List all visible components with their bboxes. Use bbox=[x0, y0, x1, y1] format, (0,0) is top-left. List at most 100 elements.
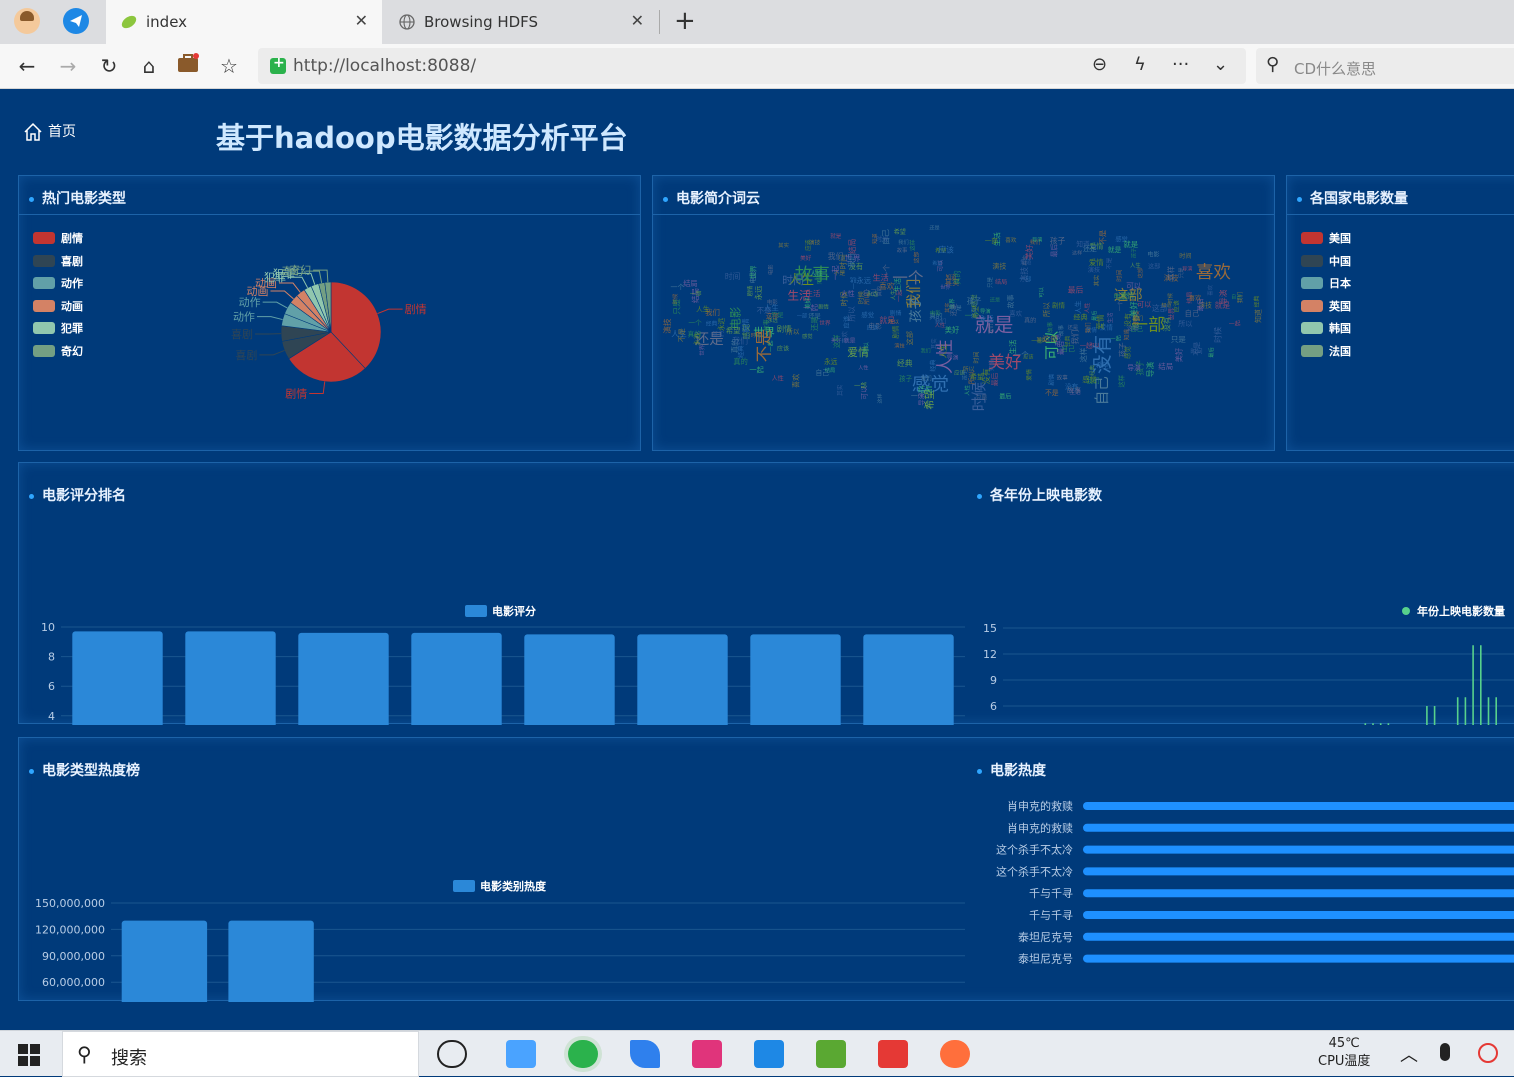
legend-label: 年份上映电影数量 bbox=[1417, 604, 1505, 618]
more-icon[interactable]: ··· bbox=[1172, 54, 1189, 75]
wps-icon[interactable] bbox=[878, 1040, 908, 1068]
temperature-label: CPU温度 bbox=[1318, 1053, 1370, 1071]
windows-start-icon[interactable] bbox=[18, 1044, 40, 1066]
y-category-label: 泰坦尼克号 bbox=[1018, 930, 1073, 944]
dolphin-app-icon[interactable] bbox=[630, 1040, 660, 1068]
wordcloud-word: 真的 bbox=[953, 270, 962, 284]
reload-icon[interactable]: ↻ bbox=[96, 53, 122, 79]
wordcloud-word: 还是 bbox=[1083, 245, 1097, 253]
search-icon: ⚲ bbox=[1266, 54, 1279, 75]
wordcloud-word: 人生 bbox=[1073, 300, 1082, 314]
wordcloud-chart: 电影世界人生我们一个就是没有不是自己生活爱情时候故事可以一部这部还是人性感觉喜欢… bbox=[653, 176, 1276, 452]
legend-item[interactable]: 中国 bbox=[1301, 253, 1351, 276]
wordcloud-word: 经典 bbox=[897, 358, 913, 368]
wordcloud-word: 爱情 bbox=[1095, 314, 1105, 330]
wordcloud-word: 其实 bbox=[930, 338, 938, 349]
wordcloud-word: 只是 bbox=[1171, 335, 1187, 344]
navigation-bar: ← → ↻ ⌂ ☆ http://localhost:8088/ ⊖ ϟ ···… bbox=[0, 44, 1514, 89]
file-explorer-icon[interactable] bbox=[506, 1040, 536, 1068]
pie-label: 奇幻 bbox=[289, 264, 311, 277]
notepad-app-icon[interactable] bbox=[816, 1040, 846, 1068]
wordcloud-word: 知道 bbox=[1254, 309, 1263, 323]
close-tab-icon[interactable]: ✕ bbox=[355, 11, 368, 30]
search-box[interactable]: ⚲ CD什么意思 bbox=[1256, 48, 1514, 84]
chevron-down-icon[interactable]: ⌄ bbox=[1213, 54, 1228, 75]
zoom-out-icon[interactable]: ⊖ bbox=[1092, 54, 1107, 75]
legend-swatch bbox=[465, 605, 487, 617]
tab-index[interactable]: index ✕ bbox=[106, 0, 382, 44]
wordcloud-word: 孩子 bbox=[1118, 343, 1127, 358]
back-arrow-icon[interactable]: ← bbox=[14, 53, 40, 79]
legend-swatch bbox=[1301, 322, 1323, 334]
temperature-value: 45℃ bbox=[1318, 1035, 1370, 1053]
microphone-icon[interactable] bbox=[1440, 1043, 1450, 1061]
remote-desktop-icon[interactable] bbox=[754, 1040, 784, 1068]
wordcloud-word: 应该 bbox=[867, 323, 879, 331]
wordcloud-word: 剧情 bbox=[891, 325, 900, 339]
y-tick-label: 90,000,000 bbox=[42, 950, 105, 963]
legend-item[interactable]: 法国 bbox=[1301, 343, 1351, 366]
bar bbox=[1083, 955, 1514, 963]
wordcloud-word: 导演 bbox=[1032, 237, 1042, 244]
home-icon[interactable]: ⌂ bbox=[136, 53, 162, 79]
wordcloud-word: 一起 bbox=[749, 366, 764, 375]
intellij-icon[interactable] bbox=[692, 1040, 722, 1068]
legend-item[interactable]: 美国 bbox=[1301, 230, 1351, 253]
leaf-icon bbox=[120, 13, 138, 31]
tab-browsing-hdfs[interactable]: Browsing HDFS ✕ bbox=[384, 0, 658, 44]
bar bbox=[637, 634, 727, 725]
bar bbox=[750, 634, 840, 725]
y-tick-label: 15 bbox=[983, 622, 997, 635]
legend-label: 韩国 bbox=[1329, 322, 1351, 335]
wordcloud-word: 可以 bbox=[1038, 287, 1045, 298]
favorites-icon[interactable]: ☆ bbox=[216, 53, 242, 79]
address-bar[interactable]: http://localhost:8088/ ⊖ ϟ ··· ⌄ bbox=[258, 48, 1246, 84]
wordcloud-word: 只是 bbox=[1178, 267, 1185, 278]
legend-label: 法国 bbox=[1329, 345, 1351, 358]
bar bbox=[1083, 889, 1514, 897]
country-legend: 美国中国日本英国韩国法国 bbox=[1301, 230, 1351, 365]
wordcloud-word: 一个 bbox=[688, 319, 702, 327]
wordcloud-word: 时间 bbox=[782, 274, 804, 287]
ftp-app-icon[interactable] bbox=[940, 1040, 970, 1068]
wordcloud-word: 就是 bbox=[1123, 240, 1138, 249]
wordcloud-word: 孩子 bbox=[1129, 247, 1137, 258]
taskbar-search[interactable]: ⚲ 搜索 bbox=[62, 1031, 419, 1077]
panel-wordcloud: 电影简介词云 电影世界人生我们一个就是没有不是自己生活爱情时候故事可以一部这部还… bbox=[652, 175, 1275, 451]
search-icon: ⚲ bbox=[77, 1042, 92, 1066]
legend-item[interactable]: 韩国 bbox=[1301, 320, 1351, 343]
browser-app-icon[interactable] bbox=[568, 1040, 598, 1068]
legend-item[interactable]: 日本 bbox=[1301, 275, 1351, 298]
wordcloud-word: 感觉 bbox=[861, 310, 874, 319]
wordcloud-word: 导演 bbox=[917, 393, 926, 406]
wordcloud-word: 应该 bbox=[1172, 300, 1180, 312]
panel-country: 各国家电影数量 美国中国日本英国韩国法国 bbox=[1286, 175, 1514, 451]
wordcloud-word: 最后 bbox=[1050, 244, 1059, 258]
wordcloud-word: 一部 bbox=[985, 236, 999, 245]
avatar-icon[interactable] bbox=[14, 8, 40, 34]
panel-row-3: 电影类型热度榜 电影类别热度030,000,00060,000,00090,00… bbox=[18, 737, 1514, 1001]
search-app-icon[interactable] bbox=[437, 1040, 467, 1068]
wordcloud-word: 这部 bbox=[905, 331, 914, 345]
legend-swatch bbox=[1301, 255, 1323, 267]
chevron-up-icon[interactable]: ︿ bbox=[1400, 1041, 1418, 1067]
legend-swatch bbox=[1301, 300, 1323, 312]
record-icon[interactable] bbox=[1478, 1043, 1498, 1063]
legend-swatch bbox=[1301, 232, 1323, 244]
wordcloud-word: 其实 bbox=[836, 384, 844, 396]
briefcase-icon[interactable] bbox=[175, 53, 201, 79]
wordcloud-word: 一个 bbox=[1117, 300, 1124, 311]
wordcloud-word: 爱情 bbox=[1089, 258, 1104, 267]
wordcloud-word: 时候 bbox=[1213, 327, 1223, 343]
close-tab-icon[interactable]: ✕ bbox=[631, 11, 644, 30]
wordcloud-word: 结局 bbox=[918, 385, 933, 394]
legend-item[interactable]: 英国 bbox=[1301, 298, 1351, 321]
wordcloud-word: 自己 bbox=[816, 368, 830, 377]
wordcloud-word: 世界 bbox=[749, 265, 758, 279]
telegram-icon[interactable] bbox=[63, 8, 89, 34]
url-text[interactable]: http://localhost:8088/ bbox=[293, 56, 476, 76]
lightning-icon[interactable]: ϟ bbox=[1134, 54, 1146, 75]
home-link[interactable]: 首页 bbox=[22, 121, 76, 143]
forward-arrow-icon[interactable]: → bbox=[55, 53, 81, 79]
new-tab-button[interactable]: + bbox=[674, 6, 696, 36]
